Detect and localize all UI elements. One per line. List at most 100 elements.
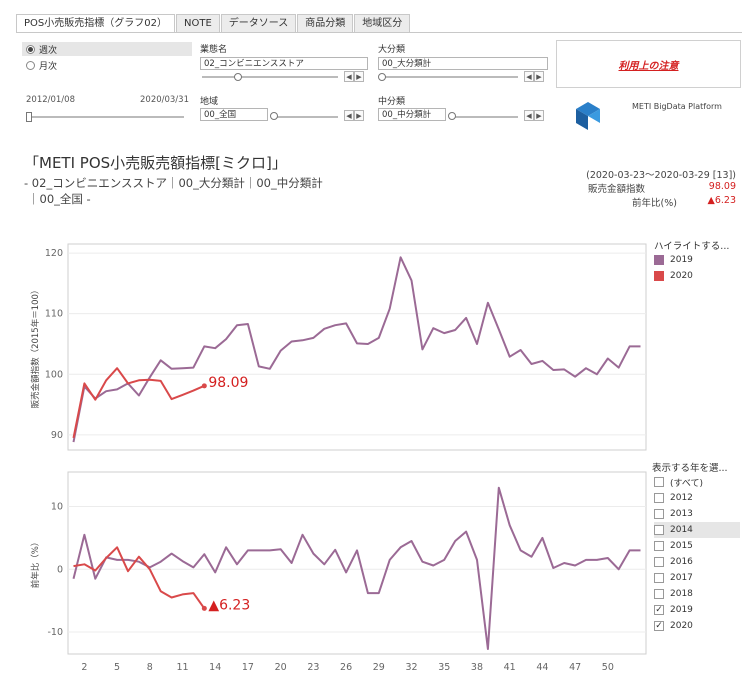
filter-gyotai-input[interactable]: 02_コンビニエンスストア xyxy=(200,57,368,70)
page-subtitle-1: - 02_コンビニエンスストア｜00_大分類計｜00_中分類計 xyxy=(24,176,323,190)
radio-weekly[interactable]: 週次 xyxy=(26,42,57,56)
x-tick-label: 8 xyxy=(147,662,153,673)
highlight-legend-title: ハイライトする... xyxy=(654,241,730,252)
radio-monthly[interactable]: 月次 xyxy=(26,58,57,72)
checkbox[interactable] xyxy=(654,589,664,599)
summary-index-value: 98.09 xyxy=(708,181,736,192)
tab-region[interactable]: 地域区分 xyxy=(354,14,411,32)
filter-chubunrui-label: 中分類 xyxy=(378,97,406,107)
tab-pos-graph02[interactable]: POS小売販売指標（グラフ02） xyxy=(16,14,175,32)
year-filter-item-2016[interactable]: 2016 xyxy=(654,554,740,570)
year-filter-item-2019[interactable]: ✓ 2019 xyxy=(654,602,740,618)
plot-frame xyxy=(67,471,647,655)
year-filter-list: (すべて) 2012 2013 2014 2015 2016 2017 2018 ✓ 2019 ✓ 2… xyxy=(654,474,740,634)
filter-chiiki-label: 地域 xyxy=(200,97,219,107)
y-tick-label: -10 xyxy=(47,627,63,638)
year-filter-item-2018[interactable]: 2018 xyxy=(654,586,740,602)
filter-gyotai-prev-button[interactable]: ◀ xyxy=(344,71,354,82)
year-filter-item-(すべて)[interactable]: (すべて) xyxy=(654,474,740,490)
radio-monthly-dot xyxy=(26,60,35,70)
year-filter-item-2020[interactable]: ✓ 2020 xyxy=(654,618,740,634)
filter-gyotai-knob[interactable] xyxy=(234,73,242,81)
filter-gyotai-next-button[interactable]: ▶ xyxy=(354,71,364,82)
page-title: 「METI POS小売販売額指標[ミクロ]」 xyxy=(24,154,287,172)
page-subtitle-2: ｜00_全国 - xyxy=(28,192,91,206)
x-tick-label: 50 xyxy=(602,662,614,673)
y-axis-label: 前年比（%） xyxy=(30,538,41,589)
filter-gyotai-track xyxy=(202,76,338,78)
checkbox[interactable]: ✓ xyxy=(654,605,664,615)
summary-index-label: 販売金額指数 xyxy=(588,184,646,195)
tab-data-source[interactable]: データソース xyxy=(220,14,297,32)
y-tick-label: 0 xyxy=(57,564,63,575)
x-tick-label: 17 xyxy=(242,662,254,673)
legend-swatch xyxy=(654,255,664,265)
checkbox[interactable]: ✓ xyxy=(654,621,664,631)
year-filter-item-2017[interactable]: 2017 xyxy=(654,570,740,586)
x-tick-label: 35 xyxy=(438,662,450,673)
filter-chubunrui-input[interactable]: 00_中分類計 xyxy=(378,108,446,121)
year-label: 2020 xyxy=(670,621,693,631)
tab-divider xyxy=(16,32,742,33)
filter-chubunrui-prev-button[interactable]: ◀ xyxy=(524,110,534,121)
checkbox[interactable] xyxy=(654,557,664,567)
tab-product-category[interactable]: 商品分類 xyxy=(297,14,354,32)
usage-notice-button[interactable]: 利用上の注意 xyxy=(556,40,741,88)
year-filter-item-2014[interactable]: 2014 xyxy=(654,522,740,538)
year-label: 2014 xyxy=(670,525,693,535)
x-tick-label: 14 xyxy=(209,662,221,673)
tab-note[interactable]: NOTE xyxy=(175,14,220,32)
date-range-handle[interactable] xyxy=(26,112,32,122)
year-label: 2017 xyxy=(670,573,693,583)
checkbox[interactable] xyxy=(654,525,664,535)
filter-chubunrui-stepper: ◀ ▶ xyxy=(524,110,544,121)
checkbox[interactable] xyxy=(654,573,664,583)
x-tick-label: 11 xyxy=(176,662,188,673)
legend-swatch xyxy=(654,271,664,281)
filter-daibunrui-next-button[interactable]: ▶ xyxy=(534,71,544,82)
date-start: 2012/01/08 xyxy=(26,95,75,105)
filter-daibunrui-track xyxy=(380,76,518,78)
meti-logo-icon xyxy=(576,102,600,130)
date-end: 2020/03/31 xyxy=(140,95,189,105)
filter-chiiki-stepper: ◀ ▶ xyxy=(344,110,364,121)
legend-label: 2020 xyxy=(670,271,693,281)
highlight-legend-item-2020[interactable]: 2020 xyxy=(654,268,693,284)
checkbox[interactable] xyxy=(654,509,664,519)
filter-daibunrui-label: 大分類 xyxy=(378,45,406,55)
filter-chiiki-input[interactable]: 00_全国 xyxy=(200,108,268,121)
filter-chiiki-knob[interactable] xyxy=(270,112,278,120)
filter-daibunrui-input[interactable]: 00_大分類計 xyxy=(378,57,548,70)
filter-chubunrui-knob[interactable] xyxy=(448,112,456,120)
year-filter-item-2015[interactable]: 2015 xyxy=(654,538,740,554)
filter-chubunrui-next-button[interactable]: ▶ xyxy=(534,110,544,121)
checkbox[interactable] xyxy=(654,477,664,487)
year-filter-item-2013[interactable]: 2013 xyxy=(654,506,740,522)
summary-period: (2020-03-23〜2020-03-29 [13]) xyxy=(586,170,736,181)
logo-text: METI BigData Platform xyxy=(632,103,722,111)
filter-chiiki-next-button[interactable]: ▶ xyxy=(354,110,364,121)
x-tick-label: 47 xyxy=(569,662,581,673)
filter-daibunrui-knob[interactable] xyxy=(378,73,386,81)
year-label: (すべて) xyxy=(670,478,704,489)
year-filter-title: 表示する年を選... xyxy=(652,463,728,474)
tab-bar: POS小売販売指標（グラフ02） NOTE データソース 商品分類 地域区分 xyxy=(16,14,411,32)
checkbox[interactable] xyxy=(654,493,664,503)
year-label: 2016 xyxy=(670,557,693,567)
highlight-legend-item-2019[interactable]: 2019 xyxy=(654,252,693,268)
x-tick-label: 26 xyxy=(340,662,352,673)
filter-chiiki-track xyxy=(272,116,338,118)
y-axis-label: 販売金額指数（2015年＝100） xyxy=(30,286,41,409)
year-label: 2018 xyxy=(670,589,693,599)
year-filter-item-2012[interactable]: 2012 xyxy=(654,490,740,506)
year-label: 2012 xyxy=(670,493,693,503)
x-tick-label: 23 xyxy=(307,662,319,673)
filter-daibunrui-prev-button[interactable]: ◀ xyxy=(524,71,534,82)
end-point xyxy=(201,383,207,389)
filter-chubunrui-track xyxy=(450,116,518,118)
filter-chiiki-prev-button[interactable]: ◀ xyxy=(344,110,354,121)
x-tick-label: 41 xyxy=(504,662,516,673)
x-tick-label: 29 xyxy=(373,662,385,673)
y-tick-label: 90 xyxy=(51,430,63,441)
checkbox[interactable] xyxy=(654,541,664,551)
